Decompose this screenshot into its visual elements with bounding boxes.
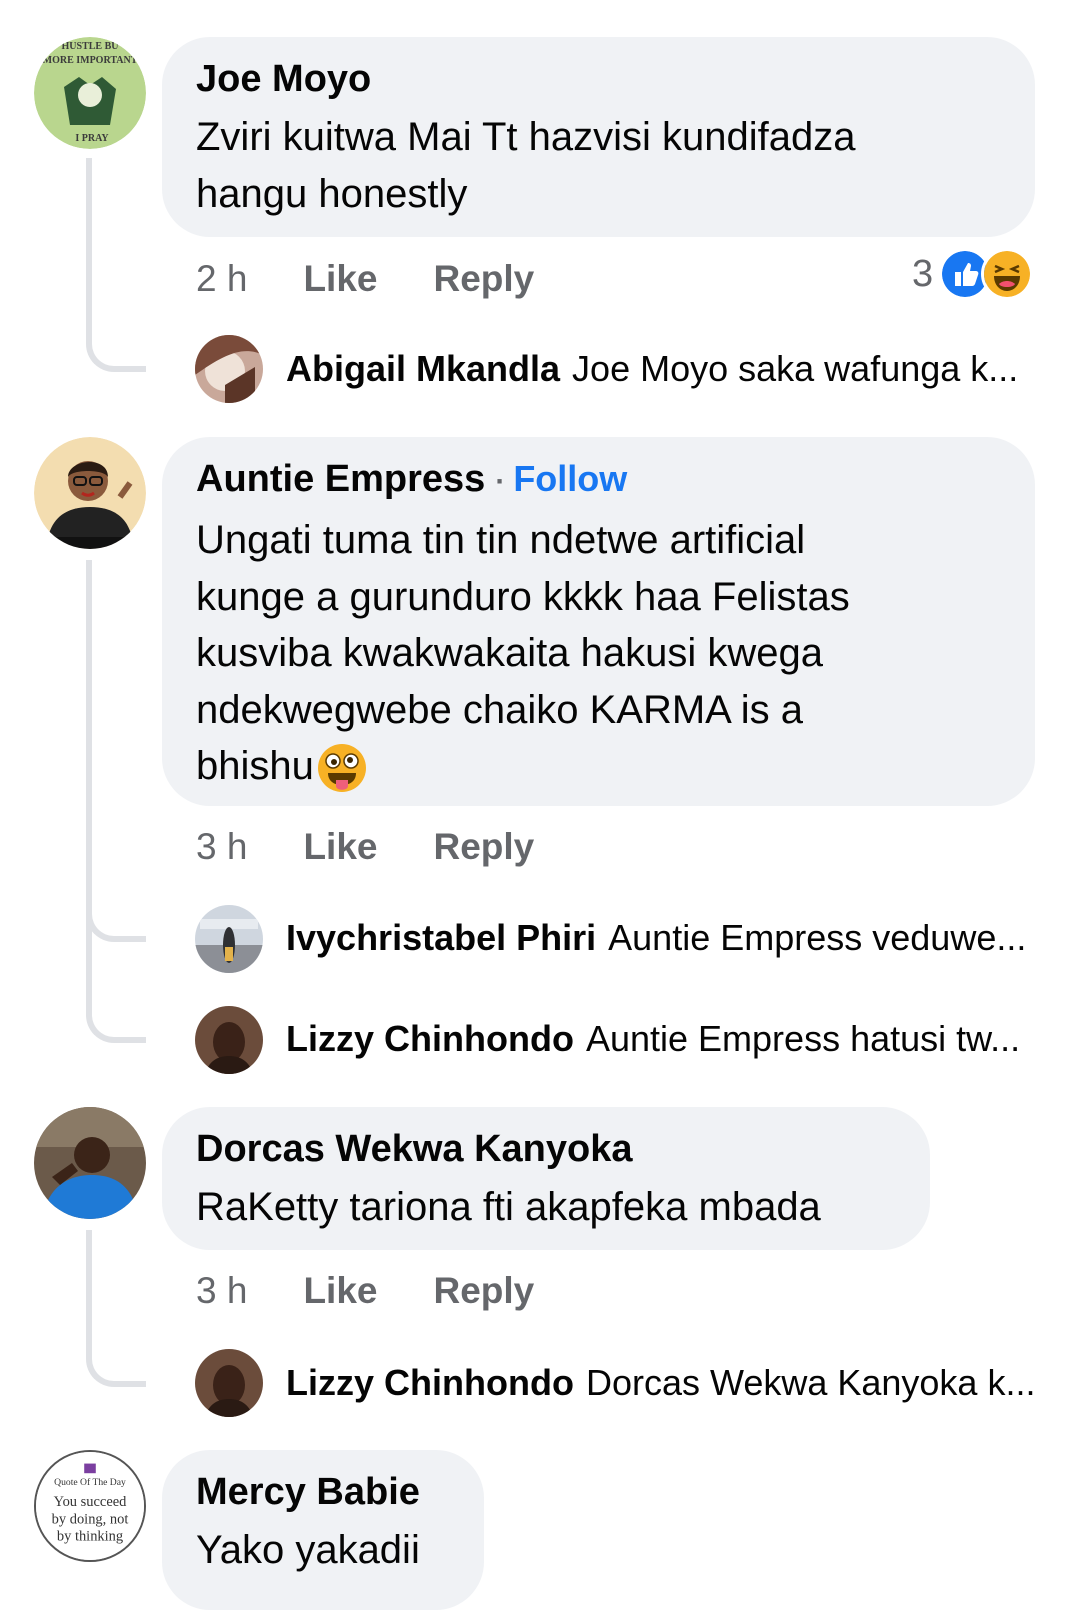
separator-dot: · xyxy=(495,465,506,498)
comment-time[interactable]: 3 h xyxy=(196,1270,247,1312)
like-button[interactable]: Like xyxy=(303,1270,377,1312)
comment-text-line: kusviba kwakwakaita hakusi kwega xyxy=(196,631,823,675)
reply-author[interactable]: Lizzy Chinhondo xyxy=(286,1018,574,1060)
comment-author[interactable]: Auntie Empress xyxy=(196,458,485,500)
comment-bubble[interactable]: Mercy Babie Yako yakadii xyxy=(162,1450,484,1610)
reaction-count: 3 xyxy=(912,252,934,295)
avatar-text-line: You succeed xyxy=(54,1494,128,1510)
haha-icon xyxy=(981,248,1034,300)
comment-actions: 2 h Like Reply xyxy=(196,254,590,304)
like-button[interactable]: Like xyxy=(303,826,377,868)
avatar[interactable] xyxy=(195,1006,263,1074)
avatar[interactable]: HUSTLE BU MORE IMPORTANT I PRAY xyxy=(34,37,146,149)
avatar-text-bottom: I PRAY xyxy=(75,133,109,144)
comment-time[interactable]: 2 h xyxy=(196,258,247,300)
avatar[interactable] xyxy=(34,437,146,549)
avatar[interactable] xyxy=(195,1349,263,1417)
comment-bubble[interactable]: Auntie Empress · Follow Ungati tuma tin ti… xyxy=(162,437,1035,806)
comment-text: Ungati tuma tin tin ndetwe artificial ku… xyxy=(196,512,1003,795)
avatar[interactable] xyxy=(195,335,263,403)
comment-text: Zviri kuitwa Mai Tt hazvisi kundifadza h… xyxy=(196,109,1003,222)
reaction-summary[interactable]: 3 xyxy=(912,248,1034,300)
comment-text-line-last: bhishu xyxy=(196,738,1003,795)
reply-text: Dorcas Wekwa Kanyoka k... xyxy=(585,1362,1036,1403)
avatar-text-top: HUSTLE BU xyxy=(62,41,119,52)
comment-author[interactable]: Dorcas Wekwa Kanyoka xyxy=(196,1125,898,1173)
reply-preview[interactable]: Lizzy Chinhondo Dorcas Wekwa Kanyoka k..… xyxy=(286,1353,1036,1413)
comment-text-line: ndekwegwebe chaiko KARMA is a xyxy=(196,687,803,732)
reply-preview[interactable]: Abigail Mkandla Joe Moyo saka wafunga k.… xyxy=(286,339,1036,399)
comment-text: Yako yakadii xyxy=(196,1522,452,1579)
comment-actions: 3 h Like Reply xyxy=(196,1266,590,1316)
comment-author[interactable]: Joe Moyo xyxy=(196,55,1003,103)
like-button[interactable]: Like xyxy=(303,258,377,300)
avatar-text-line: by thinking xyxy=(57,1529,123,1545)
comment-text-line: bhishu xyxy=(196,744,314,788)
reply-thread-line xyxy=(86,1230,146,1387)
comment-actions: 3 h Like Reply xyxy=(196,822,590,872)
reply-thread-line xyxy=(86,900,146,1043)
tongue-emoji-icon xyxy=(317,744,366,793)
reply-preview[interactable]: Ivychristabel Phiri Auntie Empress veduw… xyxy=(286,908,1036,968)
comment-text-line: kunge a gurunduro kkkk haa Felistas xyxy=(196,574,850,619)
comment-text-line: hangu honestly xyxy=(196,171,468,216)
reply-thread-line xyxy=(86,158,146,372)
reply-author[interactable]: Lizzy Chinhondo xyxy=(286,1362,574,1404)
reply-text: Joe Moyo saka wafunga k... xyxy=(572,348,1019,389)
avatar-text-title: Quote Of The Day xyxy=(54,1477,126,1488)
avatar-text-line: by doing, not xyxy=(52,1511,129,1527)
follow-button[interactable]: Follow xyxy=(513,458,627,499)
reply-preview[interactable]: Lizzy Chinhondo Auntie Empress hatusi tw… xyxy=(286,1009,1036,1069)
comment-author[interactable]: Mercy Babie xyxy=(196,1468,452,1516)
reply-thread-line xyxy=(86,560,146,942)
reply-button[interactable]: Reply xyxy=(433,1270,534,1312)
comment-text-line: RaKetty tariona fti akapfeka mbada xyxy=(196,1185,821,1229)
avatar[interactable] xyxy=(34,1107,146,1219)
comment-text-line: Yako yakadii xyxy=(196,1528,420,1572)
avatar[interactable]: Quote Of The Day You succeed by doing, n… xyxy=(34,1450,146,1562)
reply-author[interactable]: Ivychristabel Phiri xyxy=(286,917,596,959)
reply-text: Auntie Empress hatusi tw... xyxy=(585,1018,1021,1059)
reply-author[interactable]: Abigail Mkandla xyxy=(286,348,560,390)
avatar-text-mid: MORE IMPORTANT xyxy=(43,55,138,66)
reply-button[interactable]: Reply xyxy=(433,258,534,300)
avatar[interactable] xyxy=(195,905,263,973)
comment-bubble[interactable]: Joe Moyo Zviri kuitwa Mai Tt hazvisi kun… xyxy=(162,37,1035,237)
comment-text: RaKetty tariona fti akapfeka mbada xyxy=(196,1179,898,1236)
comment-text-line: Ungati tuma tin tin ndetwe artificial xyxy=(196,518,806,562)
reply-button[interactable]: Reply xyxy=(433,826,534,868)
comment-time[interactable]: 3 h xyxy=(196,826,247,868)
comment-bubble[interactable]: Dorcas Wekwa Kanyoka RaKetty tariona fti… xyxy=(162,1107,930,1250)
comment-text-line: Zviri kuitwa Mai Tt hazvisi kundifadza xyxy=(196,115,856,159)
reply-text: Auntie Empress veduwe... xyxy=(608,917,1027,958)
comment-header: Auntie Empress · Follow xyxy=(196,455,1003,506)
